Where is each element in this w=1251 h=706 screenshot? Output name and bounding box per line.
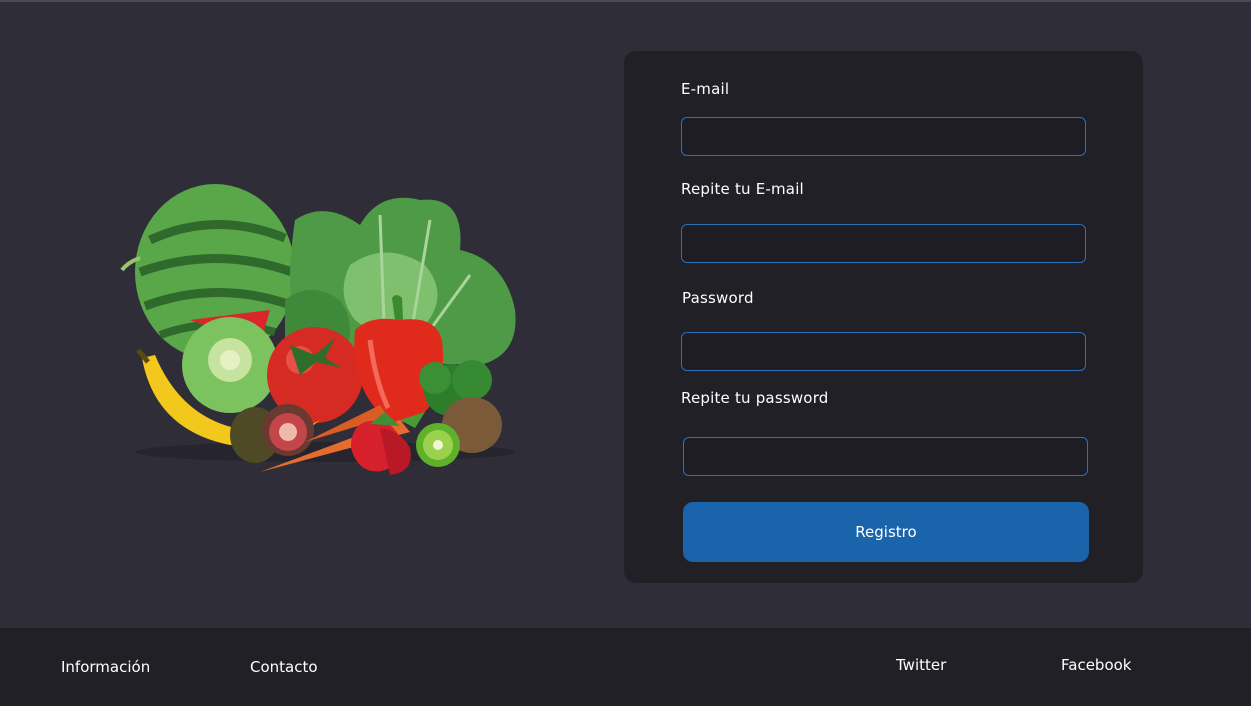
email-repeat-label: Repite tu E-mail — [681, 180, 804, 198]
registration-form: E-mail Repite tu E-mail Password Repite … — [624, 51, 1143, 583]
password-repeat-input[interactable] — [683, 437, 1088, 476]
password-label: Password — [682, 289, 754, 307]
footer: Información Contacto Twitter Facebook — [0, 628, 1251, 706]
email-label: E-mail — [681, 80, 730, 98]
cabbage-image — [182, 317, 278, 413]
fruits-vegetables-illustration — [120, 184, 516, 475]
register-button[interactable]: Registro — [683, 502, 1089, 562]
password-repeat-label: Repite tu password — [681, 389, 829, 407]
password-input[interactable] — [681, 332, 1086, 371]
footer-link-twitter[interactable]: Twitter — [896, 656, 946, 674]
email-input[interactable] — [681, 117, 1086, 156]
registration-page: E-mail Repite tu E-mail Password Repite … — [0, 0, 1251, 706]
footer-link-info[interactable]: Información — [61, 658, 150, 676]
top-divider — [0, 0, 1251, 2]
footer-link-facebook[interactable]: Facebook — [1061, 656, 1131, 674]
footer-link-contact[interactable]: Contacto — [250, 658, 318, 676]
email-repeat-input[interactable] — [681, 224, 1086, 263]
